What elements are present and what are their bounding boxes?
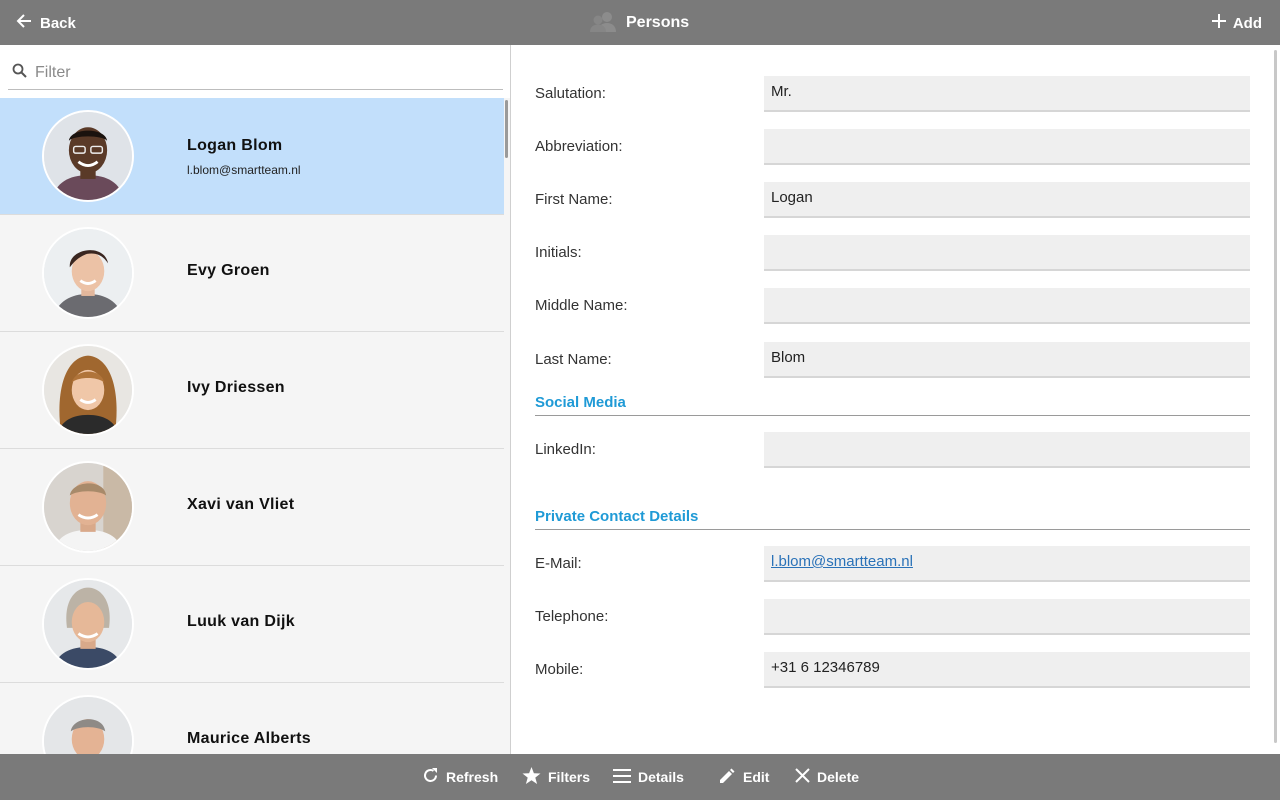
avatar bbox=[42, 461, 134, 553]
mobile-field[interactable]: +31 6 12346789 bbox=[764, 652, 1250, 688]
person-name: Luuk van Dijk bbox=[187, 613, 295, 630]
refresh-icon bbox=[422, 767, 439, 787]
avatar bbox=[42, 578, 134, 670]
delete-label: Delete bbox=[817, 769, 860, 785]
filters-button[interactable]: Filters bbox=[522, 766, 591, 788]
last-name-label: Last Name: bbox=[535, 351, 612, 368]
search-icon bbox=[12, 63, 27, 83]
list-item[interactable]: Maurice Alberts bbox=[0, 683, 504, 754]
filter-input[interactable] bbox=[35, 64, 475, 82]
list-item[interactable]: Logan Blom l.blom@smartteam.nl bbox=[0, 98, 504, 215]
abbreviation-label: Abbreviation: bbox=[535, 138, 623, 155]
filter-bar bbox=[0, 45, 510, 98]
add-label: Add bbox=[1232, 14, 1262, 32]
mobile-label: Mobile: bbox=[535, 661, 584, 678]
filters-label: Filters bbox=[548, 769, 591, 785]
initials-row: Initials: bbox=[535, 235, 1250, 271]
edit-button[interactable]: Edit bbox=[718, 767, 769, 787]
middle-name-field[interactable] bbox=[764, 288, 1250, 324]
edit-label: Edit bbox=[743, 769, 770, 785]
person-list: Logan Blom l.blom@smartteam.nl Evy Groen… bbox=[0, 98, 504, 754]
first-name-row: First Name: Logan bbox=[535, 182, 1250, 218]
close-icon bbox=[795, 768, 810, 786]
list-item[interactable]: Evy Groen bbox=[0, 215, 504, 332]
salutation-row: Salutation: Mr. bbox=[535, 76, 1250, 112]
middle-name-label: Middle Name: bbox=[535, 297, 628, 314]
list-item[interactable]: Luuk van Dijk bbox=[0, 566, 504, 683]
back-button[interactable]: Back bbox=[16, 12, 76, 34]
pencil-icon bbox=[718, 767, 736, 788]
refresh-button[interactable]: Refresh bbox=[422, 767, 498, 787]
last-name-row: Last Name: Blom bbox=[535, 342, 1250, 378]
filter-field[interactable] bbox=[8, 57, 503, 90]
list-scrollbar[interactable] bbox=[505, 100, 508, 158]
details-button[interactable]: Details bbox=[613, 767, 684, 787]
person-name: Logan Blom bbox=[187, 137, 283, 154]
avatar bbox=[42, 695, 134, 754]
telephone-label: Telephone: bbox=[535, 608, 609, 625]
first-name-label: First Name: bbox=[535, 191, 613, 208]
salutation-label: Salutation: bbox=[535, 85, 606, 102]
person-name: Evy Groen bbox=[187, 262, 270, 279]
star-icon bbox=[522, 766, 541, 788]
details-label: Details bbox=[638, 769, 684, 785]
top-bar: Back Persons Add bbox=[0, 0, 1280, 45]
abbreviation-row: Abbreviation: bbox=[535, 129, 1250, 165]
first-name-field[interactable]: Logan bbox=[764, 182, 1250, 218]
private-contact-section: Private Contact Details bbox=[535, 508, 1250, 530]
section-title: Social Media bbox=[535, 394, 626, 411]
section-title: Private Contact Details bbox=[535, 508, 699, 525]
linkedin-label: LinkedIn: bbox=[535, 441, 596, 458]
persons-group-icon bbox=[590, 10, 616, 37]
list-item[interactable]: Ivy Driessen bbox=[0, 332, 504, 449]
mobile-row: Mobile: +31 6 12346789 bbox=[535, 652, 1250, 688]
person-details-panel: Salutation: Mr. Abbreviation: First Name… bbox=[512, 45, 1280, 754]
add-button[interactable]: Add bbox=[1211, 12, 1262, 34]
person-email: l.blom@smartteam.nl bbox=[187, 163, 301, 177]
list-icon bbox=[613, 768, 631, 786]
back-label: Back bbox=[40, 14, 76, 32]
last-name-field[interactable]: Blom bbox=[764, 342, 1250, 378]
initials-label: Initials: bbox=[535, 244, 582, 261]
telephone-field[interactable] bbox=[764, 599, 1250, 635]
middle-name-row: Middle Name: bbox=[535, 288, 1250, 324]
delete-button[interactable]: Delete bbox=[795, 767, 859, 787]
title-text: Persons bbox=[626, 14, 690, 31]
bottom-toolbar: Refresh Filters Details Edit Delete bbox=[0, 754, 1280, 800]
social-media-section: Social Media bbox=[535, 394, 1250, 416]
details-scrollbar[interactable] bbox=[1274, 50, 1277, 743]
arrow-left-icon bbox=[16, 13, 32, 33]
linkedin-row: LinkedIn: bbox=[535, 432, 1250, 468]
person-name: Maurice Alberts bbox=[187, 730, 311, 747]
person-name: Xavi van Vliet bbox=[187, 496, 295, 513]
avatar bbox=[42, 110, 134, 202]
persons-list-panel: Logan Blom l.blom@smartteam.nl Evy Groen… bbox=[0, 45, 511, 754]
email-link[interactable]: l.blom@smartteam.nl bbox=[764, 546, 1250, 582]
page-title: Persons bbox=[590, 11, 689, 35]
initials-field[interactable] bbox=[764, 235, 1250, 271]
email-row: E-Mail: l.blom@smartteam.nl bbox=[535, 546, 1250, 582]
refresh-label: Refresh bbox=[446, 769, 499, 785]
abbreviation-field[interactable] bbox=[764, 129, 1250, 165]
list-item[interactable]: Xavi van Vliet bbox=[0, 449, 504, 566]
linkedin-field[interactable] bbox=[764, 432, 1250, 468]
email-label: E-Mail: bbox=[535, 555, 582, 572]
avatar bbox=[42, 344, 134, 436]
salutation-field[interactable]: Mr. bbox=[764, 76, 1250, 112]
telephone-row: Telephone: bbox=[535, 599, 1250, 635]
plus-icon bbox=[1211, 14, 1226, 32]
avatar bbox=[42, 227, 134, 319]
person-name: Ivy Driessen bbox=[187, 379, 285, 396]
